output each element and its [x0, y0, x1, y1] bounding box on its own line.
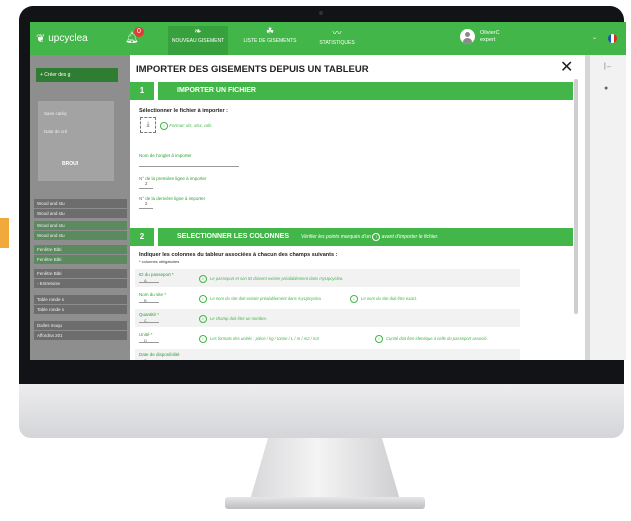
table-row: Nom du site * B i Le nom du site doit exi…: [139, 292, 418, 303]
user-icon[interactable]: ●: [604, 85, 608, 92]
format-hint: i Format: xls, xlsx, ods: [160, 122, 212, 130]
background-list-panel: + Créer des g Sans catéq Date de cré BRO…: [30, 55, 130, 360]
chart-line-icon: 〰: [332, 28, 342, 38]
leaves-icon: ☘: [265, 26, 275, 36]
info-icon: i: [372, 232, 381, 241]
select-file-label: Sélectionner le fichier à importer :: [139, 108, 228, 114]
top-navigation-bar: ❦ upcyclea 🔔︎ 0 ❧ NOUVEAU GISEMENT ☘ LIS…: [30, 22, 626, 55]
table-row: Unité * D i Les formats des unités : pièc…: [139, 332, 488, 343]
first-row-label: N° de la première ligne à importer: [139, 176, 207, 181]
table-row: Date de disponibilité E: [135, 349, 520, 360]
info-icon: i: [350, 295, 358, 303]
last-row-value: 2: [145, 201, 148, 206]
modal-scrollbar[interactable]: [574, 79, 578, 314]
list-item: Fenêtre Bâti: [34, 245, 127, 254]
collapse-panel-icon[interactable]: |←: [604, 63, 613, 70]
list-item: Wood and stu: [34, 221, 127, 230]
list-item: Table ronde s: [34, 295, 127, 304]
last-row-label: N° de la dernière ligne à importer: [139, 196, 206, 201]
list-item: Wood and stu: [34, 209, 127, 218]
info-icon: i: [160, 122, 168, 130]
first-row-input[interactable]: [139, 188, 153, 189]
tree-logo-icon: ❦: [36, 33, 46, 45]
right-side-panel: |← ●: [590, 55, 626, 360]
table-row: ID du passeport * A i Le passeport et son…: [135, 269, 520, 287]
french-flag-icon[interactable]: [608, 34, 617, 43]
orange-accent-tab: [0, 218, 9, 248]
column-select[interactable]: E: [144, 358, 147, 360]
info-icon: i: [199, 275, 207, 283]
chevron-down-icon[interactable]: ⌄: [592, 34, 597, 41]
close-icon[interactable]: ✕: [560, 60, 573, 76]
info-icon: i: [199, 315, 207, 323]
section-2-note: Vérifier les points marqués d'un i avant…: [300, 232, 439, 241]
list-item: Table ronde s: [34, 305, 127, 314]
sheet-name-label: Nom de l'onglet à importer: [139, 153, 192, 158]
list-item: Dalles moqu: [34, 321, 127, 330]
nav-liste-gisements[interactable]: ☘ LISTE DE GISEMENTS: [236, 26, 304, 55]
columns-instruction: Indiquer les colonnes du tableur associé…: [139, 252, 338, 258]
upload-icon[interactable]: ⤓: [140, 117, 156, 133]
avatar: [460, 29, 475, 44]
user-menu[interactable]: OlivierC expert: [460, 29, 500, 44]
app-screen: ❦ upcyclea 🔔︎ 0 ❧ NOUVEAU GISEMENT ☘ LIS…: [30, 22, 626, 360]
first-row-value: 2: [145, 181, 148, 186]
app-logo[interactable]: ❦ upcyclea: [36, 32, 88, 45]
table-row: Quantité * C i Le champ doit être un nomb…: [135, 309, 520, 327]
info-icon: i: [199, 295, 207, 303]
list-item: Wood and stu: [34, 199, 127, 208]
user-name: OlivierC: [480, 29, 500, 36]
sheet-name-input[interactable]: [139, 166, 239, 167]
leaf-outline-icon: ❧: [194, 26, 202, 36]
last-row-input[interactable]: [139, 208, 153, 209]
info-icon: i: [375, 335, 383, 343]
list-item: Fenêtre Bâti: [34, 269, 127, 278]
background-filter-card: Sans catéq Date de cré BROUI: [38, 101, 114, 181]
nav-nouveau-gisement[interactable]: ❧ NOUVEAU GISEMENT: [168, 26, 228, 55]
camera-dot: [319, 11, 323, 15]
info-icon: i: [199, 335, 207, 343]
section-1-header: IMPORTER UN FICHIER: [158, 82, 573, 100]
list-item: - Entretoise: [34, 279, 127, 288]
required-note: * colonnes obligatoires: [139, 259, 180, 264]
notification-badge: 0: [134, 27, 144, 37]
list-item: Wood and stu: [34, 231, 127, 240]
user-role: expert: [480, 36, 496, 43]
list-item: Fenêtre Bâti: [34, 255, 127, 264]
modal-title: IMPORTER DES GISEMENTS DEPUIS UN TABLEUR: [136, 64, 369, 75]
create-gisement-button: + Créer des g: [36, 68, 118, 82]
monitor-chin: [19, 384, 624, 438]
section-2-header: SELECTIONNER LES COLONNES Vérifier les p…: [158, 228, 573, 246]
section-2-number: 2: [130, 228, 154, 246]
nav-statistiques[interactable]: 〰 STATISTIQUES: [312, 26, 362, 55]
section-1-number: 1: [130, 82, 154, 100]
monitor-stand-base: [225, 497, 425, 509]
list-item: Affordna 201: [34, 331, 127, 340]
import-modal: IMPORTER DES GISEMENTS DEPUIS UN TABLEUR…: [130, 55, 585, 360]
monitor-stand-neck: [250, 438, 400, 500]
